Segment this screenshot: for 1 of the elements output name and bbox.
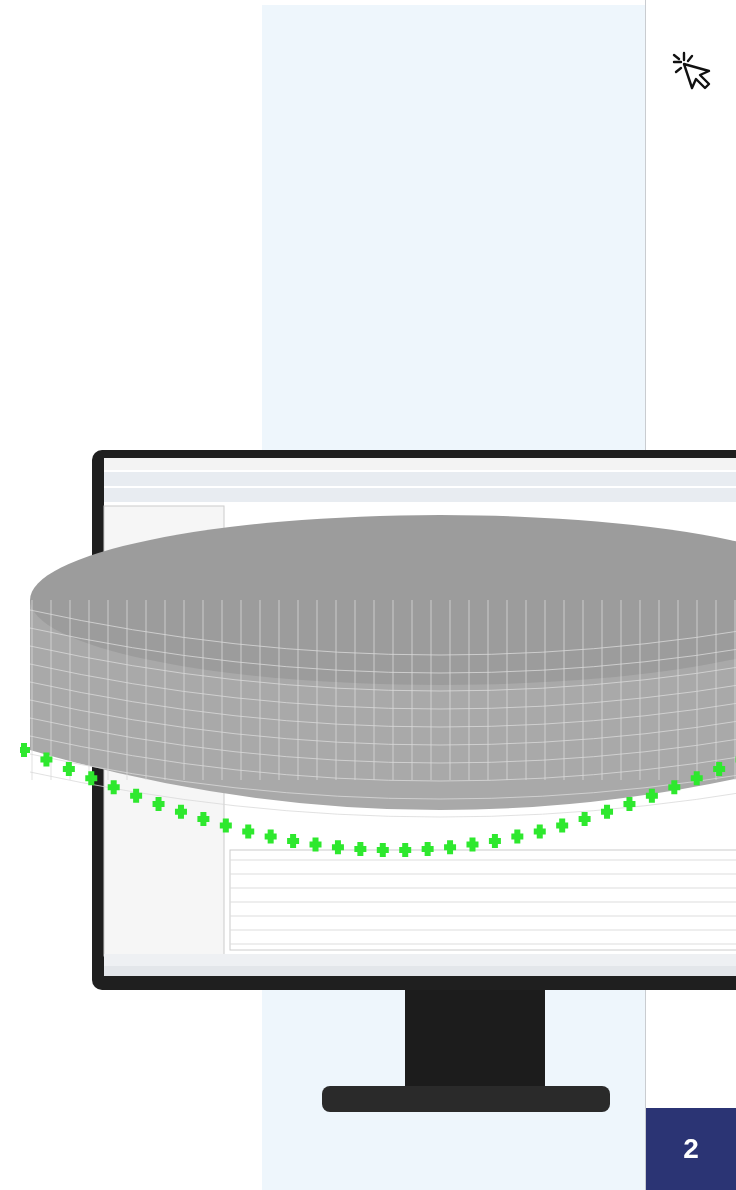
- step-number-badge: 2: [646, 1108, 736, 1190]
